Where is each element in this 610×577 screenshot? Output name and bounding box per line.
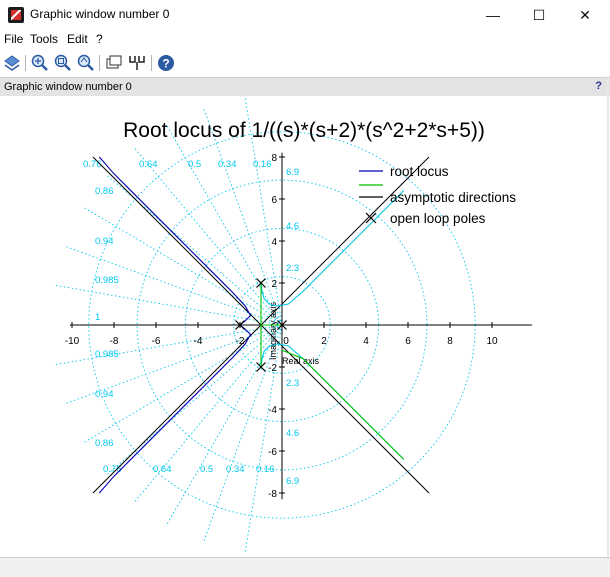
svg-text:?: ? — [162, 57, 169, 71]
x-tick-label: 4 — [363, 336, 369, 347]
y-tick-label: -6 — [268, 447, 277, 458]
damping-grid-line — [166, 324, 283, 526]
y-tick-label: 2 — [271, 279, 277, 290]
status-bar — [0, 557, 610, 577]
menu-tools[interactable]: Tools — [30, 32, 58, 46]
root-locus-branch — [98, 156, 252, 326]
toolbar-separator — [25, 55, 26, 71]
damping-label: 0.16 — [256, 464, 275, 475]
help-icon[interactable]: ? — [156, 53, 176, 73]
window-border — [607, 76, 609, 558]
window-title: Graphic window number 0 — [30, 7, 170, 21]
y-axis-label: Imaginary axis — [268, 301, 278, 360]
y-tick-label: 8 — [271, 153, 277, 164]
damping-label: 0.94 — [95, 389, 114, 400]
damping-label: 0.86 — [95, 438, 114, 449]
toolbar-separator — [99, 55, 100, 71]
title-bar: Graphic window number 0 — ☐ ✕ — [0, 0, 610, 30]
legend-label: open loop poles — [390, 211, 486, 226]
toolbar: ? — [0, 50, 610, 76]
zoom-in-icon[interactable] — [30, 53, 50, 73]
maximize-button[interactable]: ☐ — [516, 0, 562, 30]
x-tick-label: 10 — [486, 336, 498, 347]
damping-label: 1 — [95, 312, 100, 323]
rotate-icon[interactable] — [2, 53, 22, 73]
y-tick-label: 4 — [271, 237, 277, 248]
menu-help[interactable]: ? — [96, 32, 103, 46]
damping-label: 0.5 — [188, 159, 201, 170]
wn-label: 6.9 — [286, 167, 299, 178]
y-tick-label: -2 — [268, 363, 277, 374]
damping-label: 0.76 — [83, 159, 102, 170]
damping-label: 0.34 — [218, 159, 237, 170]
x-tick-label: -4 — [194, 336, 203, 347]
wn-label: 6.9 — [286, 476, 299, 487]
plot-canvas[interactable]: 0.76 0.76 0.64 0.64 0.5 0.5 0.34 0.34 0.16 0.16 0.… — [0, 96, 610, 556]
x-tick-label: 6 — [405, 336, 411, 347]
damping-label: 0.16 — [253, 159, 272, 170]
zoom-fit-icon[interactable] — [76, 53, 96, 73]
damping-grid-line — [166, 124, 283, 326]
damping-label: 0.64 — [153, 464, 172, 475]
graph-editor-icon[interactable] — [127, 53, 147, 73]
y-tick-label: -8 — [268, 489, 277, 500]
wn-label: 2.3 — [286, 263, 299, 274]
damping-grid-line — [133, 324, 283, 503]
y-tick-label: 6 — [271, 195, 277, 206]
chart-title: Root locus of 1/((s)*(s+2)*(s^2+2*s+5)) — [123, 119, 485, 142]
legend-label: root locus — [390, 164, 449, 179]
info-help-icon[interactable]: ? — [595, 80, 602, 92]
x-tick-label: 8 — [447, 336, 453, 347]
y-tick-label: -4 — [268, 405, 277, 416]
damping-label: 0.86 — [95, 186, 114, 197]
damping-label: 0.5 — [200, 464, 213, 475]
x-tick-label: -6 — [152, 336, 161, 347]
wn-label: 2.3 — [286, 378, 299, 389]
menu-edit[interactable]: Edit — [67, 32, 88, 46]
menu-file[interactable]: File — [4, 32, 23, 46]
asymptote-line — [260, 156, 430, 326]
datatip-icon[interactable] — [104, 53, 124, 73]
legend-label: asymptotic directions — [390, 190, 516, 205]
close-button[interactable]: ✕ — [562, 0, 608, 30]
damping-label: 0.985 — [95, 275, 119, 286]
info-bar: Graphic window number 0 ? — [0, 77, 610, 96]
wn-label: 4.6 — [286, 221, 299, 232]
menu-bar: File Tools Edit ? — [0, 30, 610, 50]
damping-label: 0.985 — [95, 349, 119, 360]
asymptote-line — [92, 156, 262, 326]
toolbar-separator — [151, 55, 152, 71]
app-icon — [8, 7, 24, 23]
asymptote-line — [260, 324, 430, 494]
locus-segment — [281, 349, 405, 460]
zoom-region-icon[interactable] — [53, 53, 73, 73]
minimize-button[interactable]: — — [470, 0, 516, 30]
info-text: Graphic window number 0 — [4, 81, 132, 93]
x-tick-label: -8 — [110, 336, 119, 347]
wn-label: 4.6 — [286, 428, 299, 439]
x-tick-label: 2 — [321, 336, 327, 347]
damping-label: 0.34 — [226, 464, 245, 475]
root-locus-chart: 0.760.760.640.640.50.50.340.340.160.160.… — [54, 96, 532, 554]
x-tick-label: -10 — [65, 336, 80, 347]
damping-label: 0.64 — [139, 159, 158, 170]
damping-label: 0.94 — [95, 236, 114, 247]
damping-grid-line — [133, 147, 283, 326]
